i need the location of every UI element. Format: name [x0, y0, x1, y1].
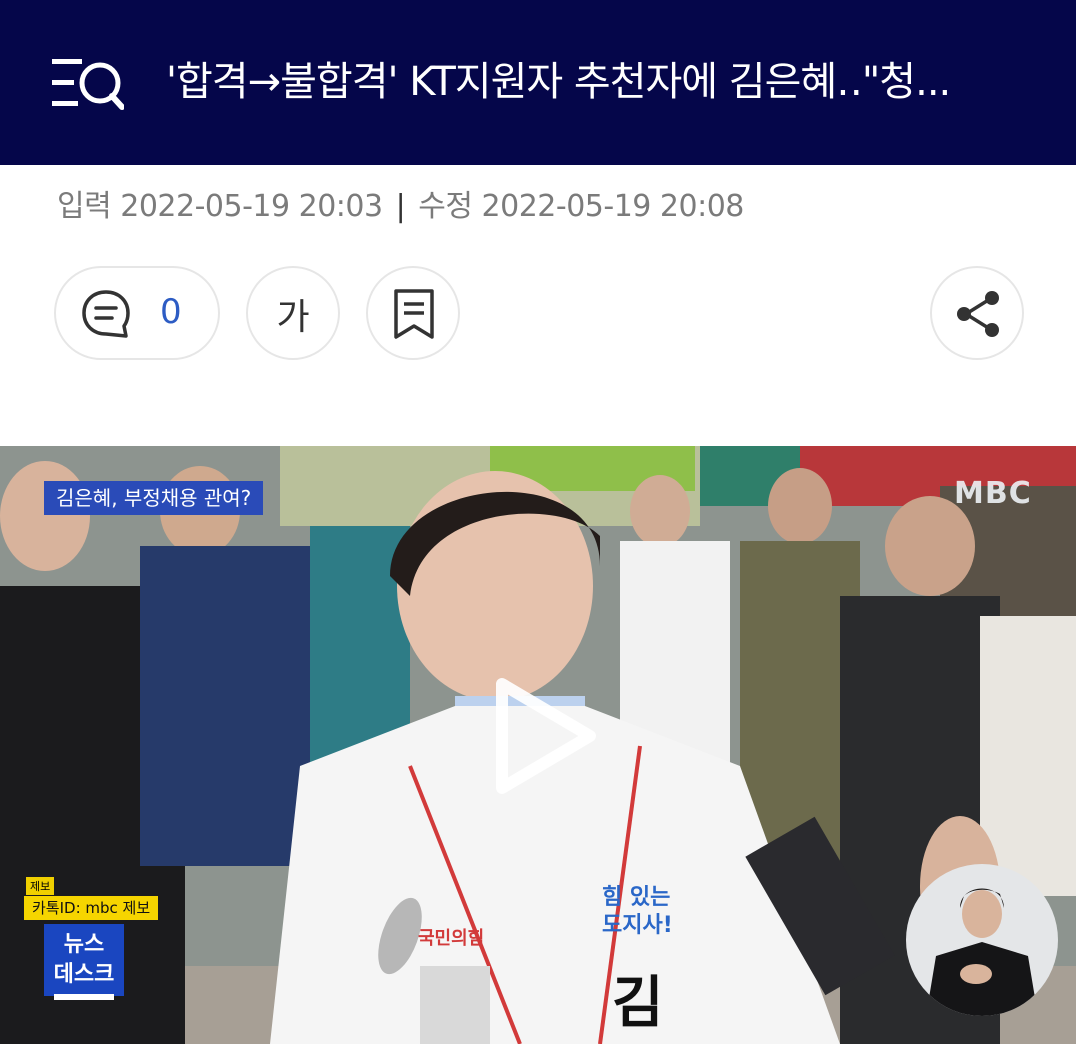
meta-separator: | [395, 189, 406, 224]
font-size-button[interactable]: 가 [246, 266, 340, 360]
sign-language-interpreter [906, 864, 1058, 1016]
bookmark-icon [394, 289, 434, 339]
comment-icon [80, 288, 132, 344]
bookmark-button[interactable] [366, 266, 460, 360]
program-underline [54, 994, 114, 1000]
vest-slogan: 힘 있는 도지사! [602, 885, 673, 938]
play-icon [496, 678, 596, 794]
input-label: 입력 [57, 189, 112, 224]
input-time: 2022-05-19 20:03 [120, 189, 383, 224]
vest-name: 김 [612, 971, 664, 1036]
program-badge: 뉴스 데스크 [44, 924, 124, 1000]
vest-party: 국민의힘 [418, 928, 485, 949]
article-title: '합격→불합격' KT지원자 추천자에 김은혜‥"청... [166, 59, 951, 105]
program-line2: 데스크 [53, 962, 115, 987]
vest-slogan-line1: 힘 있는 [602, 885, 670, 910]
edit-label: 수정 [418, 189, 473, 224]
mbc-watermark: MBC [954, 476, 1032, 511]
edit-time: 2022-05-19 20:08 [481, 189, 745, 224]
share-icon [957, 291, 999, 337]
share-button[interactable] [930, 266, 1024, 360]
report-tag: 카톡ID: mbc 제보 [24, 896, 159, 920]
report-label: 제보 [26, 877, 55, 895]
comment-button[interactable]: 0 [54, 266, 220, 360]
article-timestamps: 입력 2022-05-19 20:03 | 수정 2022-05-19 20:0… [57, 181, 744, 225]
news-caption: 김은혜, 부정채용 관여? [44, 481, 264, 515]
comment-count: 0 [160, 292, 182, 332]
play-button[interactable] [490, 676, 600, 796]
app-header: '합격→불합격' KT지원자 추천자에 김은혜‥"청... [0, 0, 1076, 165]
font-size-label: 가 [276, 297, 310, 338]
program-line1: 뉴스 [63, 932, 105, 957]
video-player[interactable]: 김은혜, 부정채용 관여? MBC 힘 있는 도지사! 국민의힘 김 제보 카톡… [0, 446, 1076, 1044]
menu-search-icon[interactable] [50, 56, 125, 112]
vest-slogan-line2: 도지사! [602, 913, 673, 938]
